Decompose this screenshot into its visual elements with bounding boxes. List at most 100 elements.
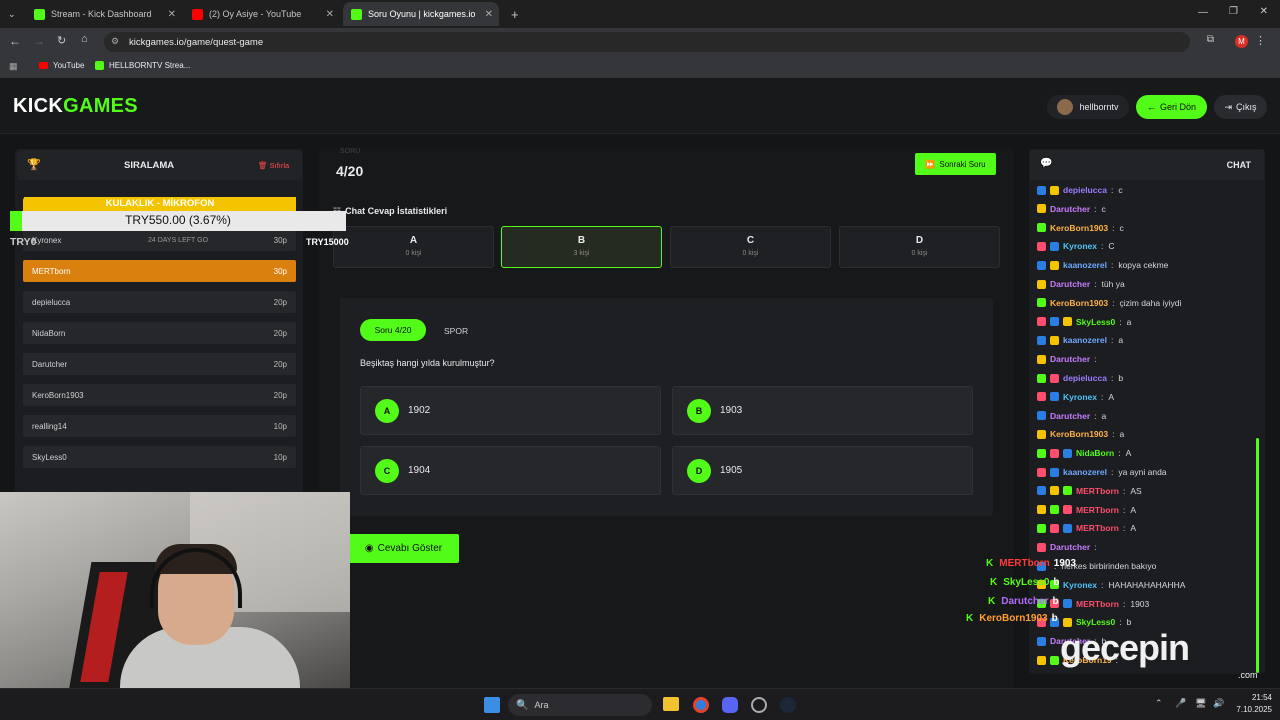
answer-c[interactable]: C 1904	[360, 446, 661, 495]
separator: :	[1122, 504, 1126, 515]
monitor-icon[interactable]: 🖥	[1195, 698, 1206, 709]
badge-icon	[1050, 486, 1059, 496]
chat-message: KeroBorn1903: çizim daha iyiydi	[1037, 295, 1181, 311]
logout-button[interactable]: ⇥ Çıkış	[1214, 95, 1267, 119]
back-button[interactable]: ← Geri Dön	[1136, 95, 1207, 119]
avatar	[1057, 99, 1074, 115]
user-chip[interactable]: hellborntv	[1047, 95, 1129, 119]
bookmark-hellborntv[interactable]: HELLBORNTV Strea...	[95, 61, 190, 70]
reload-icon[interactable]: ↻	[57, 34, 66, 47]
chat-text: çizim daha iyiydi	[1119, 297, 1182, 308]
separator: :	[1122, 598, 1126, 609]
microphone-icon[interactable]: 🎤	[1175, 698, 1186, 709]
chat-username[interactable]: MERTborn	[1076, 523, 1119, 533]
chevron-down-icon: ⌄	[8, 8, 16, 19]
chat-username[interactable]: SkyLess0	[1076, 617, 1115, 627]
chat-username[interactable]: Darutcher	[1050, 279, 1090, 289]
extensions-icon[interactable]: ⧉	[1207, 34, 1214, 45]
chat-username[interactable]: Kyronex	[1063, 580, 1097, 590]
answer-a[interactable]: A 1902	[360, 386, 661, 435]
chat-message: kaanozerel: a	[1037, 332, 1123, 348]
badge-icon	[1063, 448, 1072, 458]
chat-message: Darutcher:	[1037, 539, 1102, 555]
chat-username[interactable]: Kyronex	[1063, 241, 1097, 251]
player-name: Darutcher	[32, 359, 68, 369]
site-logo[interactable]: KICKGAMES	[13, 95, 138, 118]
forward-icon[interactable]: →	[33, 34, 45, 48]
separator: :	[1094, 203, 1097, 214]
chat-message: Darutcher:	[1037, 351, 1102, 367]
leaderboard-row: realling14 10p	[23, 415, 296, 437]
start-icon[interactable]	[484, 697, 500, 713]
tab-kickgames[interactable]: Soru Oyunu | kickgames.io ✕	[343, 2, 499, 26]
chat-text: a	[1101, 410, 1107, 421]
apps-grid-icon[interactable]: ▦	[9, 61, 18, 72]
chat-username[interactable]: kaanozerel	[1063, 260, 1107, 270]
chat-username[interactable]: KeroBorn1903	[1050, 223, 1108, 233]
restore-icon[interactable]: ❐	[1229, 6, 1238, 17]
chat-username[interactable]: Darutcher	[1050, 411, 1090, 421]
show-answer-button[interactable]: ◉ Cevabı Göster	[348, 534, 459, 563]
chat-text: A	[1125, 448, 1132, 459]
badge-icon	[1037, 448, 1046, 458]
chrome-icon[interactable]	[693, 697, 709, 713]
taskbar-search[interactable]: 🔍 Ara	[508, 694, 652, 716]
badge-icon	[1037, 317, 1046, 327]
player-name: realling14	[32, 421, 67, 431]
chat-username[interactable]: MERTborn	[1076, 505, 1119, 515]
chat-username[interactable]: depielucca	[1063, 185, 1107, 195]
chat-scrollbar[interactable]	[1256, 438, 1259, 673]
tab-kick-dashboard[interactable]: Stream - Kick Dashboard ✕	[26, 2, 182, 26]
back-icon[interactable]: ←	[9, 34, 21, 48]
prize-title: KULAKLIK - MİKROFON	[24, 197, 296, 211]
answer-d[interactable]: D 1905	[672, 446, 973, 495]
chevron-up-icon[interactable]: ⌃	[1155, 698, 1163, 709]
chat-username[interactable]: kaanozerel	[1063, 335, 1107, 345]
profile-avatar[interactable]: M	[1235, 35, 1248, 48]
badge-icon	[1050, 655, 1059, 665]
chat-username[interactable]: MERTborn	[1076, 486, 1119, 496]
tab-youtube[interactable]: (2) Oy Asiye - YouTube ✕	[184, 2, 340, 26]
chat-text: a	[1118, 335, 1124, 346]
question-label: SORU	[340, 148, 361, 155]
chat-username[interactable]: Darutcher	[1050, 354, 1090, 364]
site-info-icon[interactable]: ⚙	[111, 36, 119, 47]
home-icon[interactable]: ⌂	[81, 33, 88, 45]
chat-username[interactable]: KeroBorn1903	[1050, 429, 1108, 439]
chat-username[interactable]: Kyronex	[1063, 392, 1097, 402]
chat-username[interactable]: NidaBorn	[1076, 448, 1114, 458]
player-points: 10p	[273, 421, 287, 431]
chat-username[interactable]: Darutcher	[1050, 204, 1090, 214]
address-bar[interactable]: ⚙ kickgames.io/game/quest-game	[104, 32, 1190, 52]
chat-username[interactable]: MERTborn	[1076, 599, 1119, 609]
close-icon[interactable]: ✕	[168, 9, 176, 20]
stream-feed-message: K Darutcher b	[988, 596, 1059, 607]
steam-icon[interactable]	[780, 697, 796, 713]
menu-icon[interactable]: ⋮	[1255, 34, 1266, 47]
answer-b[interactable]: B 1903	[672, 386, 973, 435]
tab-list-button[interactable]: ⌄	[0, 2, 24, 26]
chat-username[interactable]: kaanozerel	[1063, 467, 1107, 477]
reset-button[interactable]: 🗑 Sıfırla	[258, 161, 289, 170]
obs-icon[interactable]	[751, 697, 767, 713]
chat-username[interactable]: Darutcher	[1050, 542, 1090, 552]
new-tab-button[interactable]: +	[503, 2, 523, 26]
bookmark-youtube[interactable]: YouTube	[39, 61, 84, 70]
next-question-button[interactable]: ⏩ Sonraki Soru	[915, 153, 996, 175]
discord-icon[interactable]	[722, 697, 738, 713]
chat-username[interactable]: KeroBorn1903	[1050, 298, 1108, 308]
close-icon[interactable]: ✕	[485, 9, 493, 20]
player-points: 20p	[273, 328, 287, 338]
windows-taskbar: 🔍 Ara ⌃ 🎤 🖥 🔊 21:54 7.10.2025	[0, 688, 1280, 720]
badge-icon	[1050, 241, 1059, 251]
file-explorer-icon[interactable]	[663, 697, 679, 711]
separator: :	[1110, 467, 1114, 477]
close-icon[interactable]: ✕	[326, 9, 334, 20]
chat-username[interactable]: depielucca	[1063, 373, 1107, 383]
chat-username[interactable]: SkyLess0	[1076, 317, 1115, 327]
stat-choice-c: C0 kişi	[670, 226, 831, 268]
window-close-icon[interactable]: ✕	[1260, 6, 1268, 17]
separator: :	[1119, 316, 1122, 327]
minimize-icon[interactable]: —	[1198, 7, 1208, 18]
goal-target: TRY15000	[306, 237, 349, 247]
